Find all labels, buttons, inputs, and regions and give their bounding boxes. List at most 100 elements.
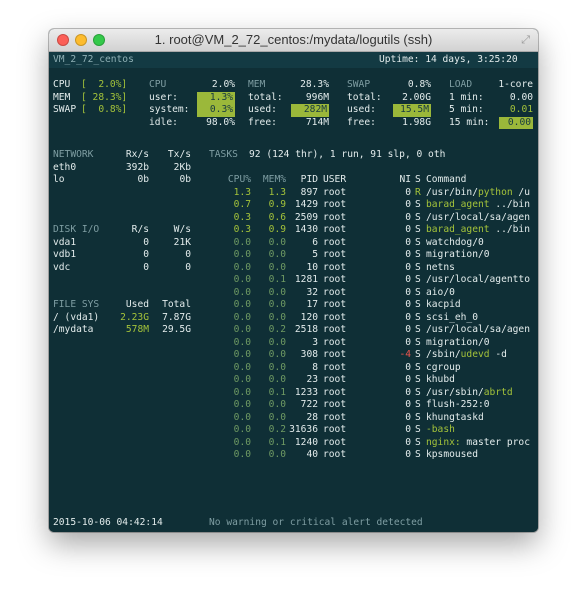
command-text: /usr/sbin/	[426, 386, 484, 398]
col-status[interactable]: S	[415, 174, 421, 187]
process-row[interactable]: 0.0 0.0 3 root 0 Smigration/0	[49, 337, 538, 350]
process-command: barad_agent ../bin	[426, 224, 530, 237]
process-row[interactable]: 0.0 0.0 308 root -4 S/sbin/udevd -d	[49, 349, 538, 362]
command-program: barad_agent	[426, 199, 490, 210]
process-mem: 0.0	[268, 349, 286, 360]
command-text: master proc	[460, 436, 530, 448]
process-pid: 32	[306, 286, 318, 298]
process-row[interactable]: 0.0 0.0 8 root 0 Scgroup	[49, 362, 538, 375]
process-status: S	[415, 261, 421, 273]
process-row[interactable]: 0.0 0.1 1281 root 0 S/usr/local/agentto	[49, 274, 538, 287]
process-mem: 0.0	[268, 249, 286, 260]
process-mem: 0.1	[268, 436, 286, 448]
process-row[interactable]: 0.0 0.0 6 root 0 Swatchdog/0	[49, 237, 538, 250]
col-user[interactable]: USER	[323, 174, 346, 187]
window-title: 1. root@VM_2_72_centos:/mydata/logutils …	[154, 32, 433, 47]
process-row[interactable]: 0.0 0.0 722 root 0 Sflush-252:0	[49, 399, 538, 412]
mem-total-pct: 28.3%	[300, 79, 329, 90]
process-row[interactable]: 0.0 0.0 23 root 0 Skhubd	[49, 374, 538, 387]
process-mem: 0.0	[268, 449, 286, 460]
cpu-user-label: user:	[149, 91, 178, 103]
process-command: cgroup	[426, 362, 461, 375]
process-row[interactable]: 0.0 0.2 2518 root 0 S/usr/local/sa/agen	[49, 324, 538, 337]
command-program: udevd	[460, 349, 490, 360]
process-mem: 0.9	[268, 224, 286, 235]
process-row[interactable]: 0.3 0.9 1430 root 0 Sbarad_agent ../bin	[49, 224, 538, 237]
command-text: /usr/local/sa/agen	[426, 324, 530, 335]
process-user: root	[323, 361, 347, 373]
tasks-counts: 92 (124 thr), 1 run, 91 slp, 0 oth	[249, 149, 446, 160]
process-pid: 2518	[294, 324, 318, 335]
process-row[interactable]: 0.0 0.2 31636 root 0 S -bash	[49, 424, 538, 437]
terminal-content[interactable]: VM_2_72_centos Uptime: 14 days, 3:25:20 …	[49, 52, 538, 532]
load-1min-value: 0.00	[509, 91, 533, 103]
process-user: root	[323, 324, 347, 335]
swap-title: SWAP	[347, 79, 371, 90]
load-5min-label: 5 min:	[449, 104, 484, 115]
process-pid: 1233	[294, 386, 318, 398]
process-nice: 0	[405, 311, 411, 323]
process-command: khubd	[426, 374, 455, 387]
terminal-window: 1. root@VM_2_72_centos:/mydata/logutils …	[49, 29, 538, 532]
process-row[interactable]: 1.3 1.3 897 root 0 R/usr/bin/python /u	[49, 187, 538, 200]
process-row[interactable]: 0.0 0.0 17 root 0 Skacpid	[49, 299, 538, 312]
fullscreen-icon[interactable]: ⤢	[521, 33, 530, 47]
col-ni[interactable]: NI	[395, 174, 411, 187]
process-nice: 0	[405, 399, 411, 410]
footer-datetime: 2015-10-06 04:42:14	[53, 517, 163, 528]
process-user: root	[323, 249, 347, 260]
process-command: migration/0	[426, 337, 490, 350]
process-pid: 3	[312, 336, 318, 348]
process-nice: 0	[405, 224, 411, 235]
process-mem: 0.1	[268, 386, 286, 398]
network-row: eth0 392b 2Kb	[49, 162, 538, 175]
mem-used-label: used:	[248, 104, 277, 115]
process-row[interactable]: 0.0 0.1 1240 root 0 Snginx: master proc	[49, 437, 538, 450]
process-nice: 0	[405, 236, 411, 248]
process-command: migration/0	[426, 249, 490, 262]
process-user: root	[323, 286, 347, 298]
process-row[interactable]: 0.0 0.0 28 root 0 Skhungtaskd	[49, 412, 538, 425]
col-pid[interactable]: PID	[286, 174, 318, 187]
col-cpu[interactable]: CPU%	[221, 174, 251, 187]
load-15min-label: 15 min:	[449, 116, 490, 128]
process-cpu: 0.3	[233, 224, 251, 235]
process-row[interactable]: 0.0 0.0 10 root 0 Snetns	[49, 262, 538, 275]
load-title: LOAD	[449, 79, 473, 90]
command-text: kacpid	[426, 299, 461, 310]
process-mem: 0.1	[268, 274, 286, 285]
process-row[interactable]: 0.0 0.0 5 root 0 Smigration/0	[49, 249, 538, 262]
cpu-user-value: 1.3%	[197, 91, 235, 104]
process-cpu: 0.0	[233, 374, 251, 385]
process-row[interactable]: 0.0 0.0 32 root 0 Saio/0	[49, 287, 538, 300]
col-command[interactable]: Command	[426, 174, 466, 187]
process-row[interactable]: 0.3 0.6 2509 root 0 S/usr/local/sa/agen	[49, 212, 538, 225]
process-user: root	[323, 424, 347, 435]
process-nice: 0	[405, 436, 411, 448]
process-row[interactable]: 0.0 0.0 40 root 0 Skpsmoused	[49, 449, 538, 462]
process-cpu: 0.0	[233, 261, 251, 273]
process-pid: 5	[312, 249, 318, 260]
command-text: netns	[426, 261, 455, 273]
process-user: root	[323, 349, 347, 360]
process-nice: 0	[405, 299, 411, 310]
process-command: netns	[426, 262, 455, 275]
process-user: root	[323, 224, 347, 235]
process-row[interactable]: 0.0 0.0 120 root 0 Sscsi_eh_0	[49, 312, 538, 325]
uptime: Uptime: 14 days, 3:25:20	[379, 54, 518, 65]
process-command: aio/0	[426, 287, 455, 300]
process-nice: 0	[405, 411, 411, 423]
process-command: scsi_eh_0	[426, 312, 478, 325]
cpu-system-label: system:	[149, 104, 190, 115]
process-row[interactable]: 0.7 0.9 1429 root 0 Sbarad_agent ../bin	[49, 199, 538, 212]
command-program: barad_agent	[426, 224, 490, 235]
process-user: root	[323, 399, 347, 410]
process-cpu: 0.3	[233, 211, 251, 223]
process-status: S	[415, 411, 421, 423]
command-text: ../bin	[489, 224, 530, 235]
col-mem[interactable]: MEM%	[256, 174, 286, 187]
quicklook-mem-label: MEM	[53, 91, 71, 103]
quicklook-cpu-label: CPU	[53, 79, 71, 90]
process-row[interactable]: 0.0 0.1 1233 root 0 S/usr/sbin/abrtd	[49, 387, 538, 400]
process-status: S	[415, 349, 421, 360]
